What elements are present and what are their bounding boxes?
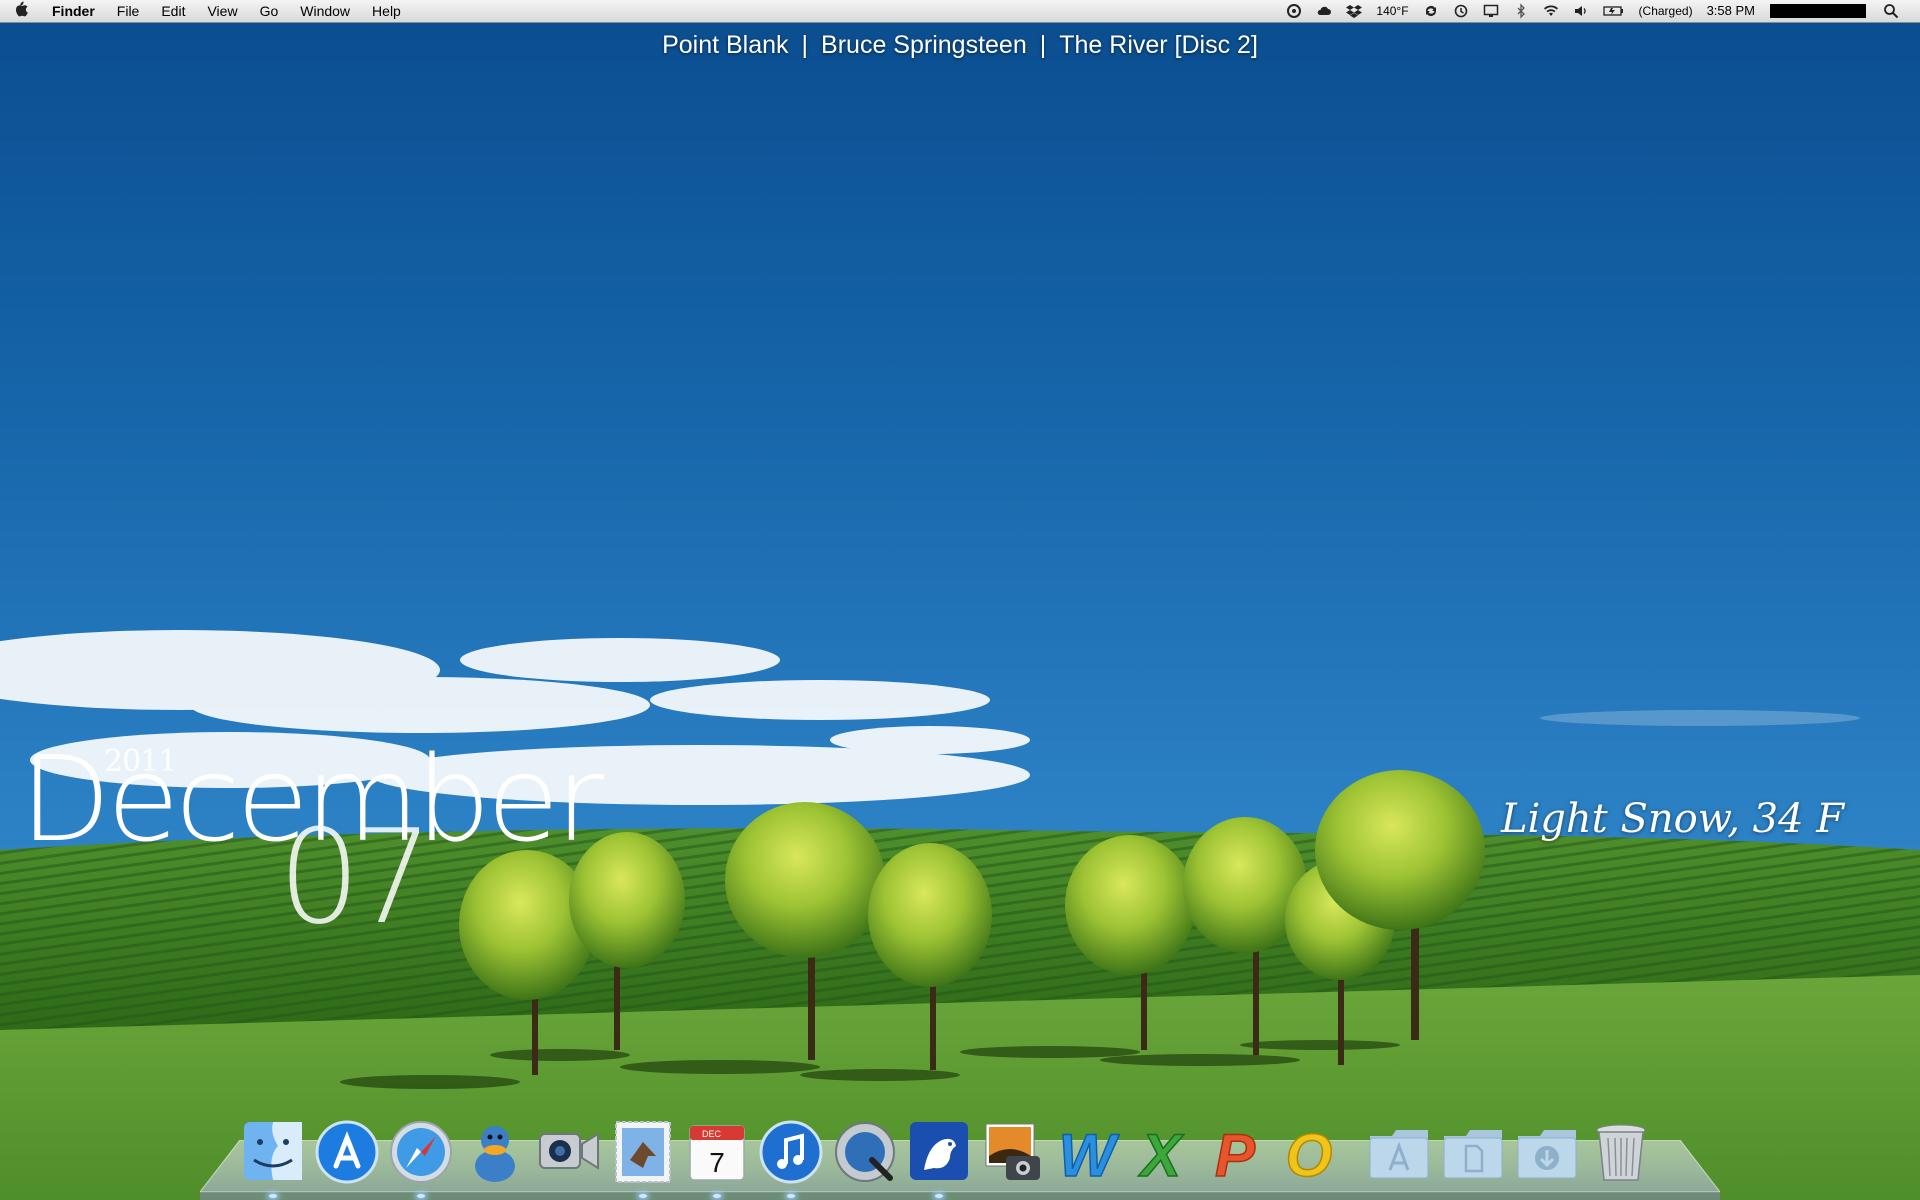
safari-icon [390, 1121, 452, 1183]
dock-word[interactable]: W [1054, 1110, 1120, 1184]
calendar-month-label: DEC [702, 1129, 722, 1139]
apple-icon[interactable] [0, 1, 40, 21]
excel-letter: X [1138, 1122, 1185, 1184]
facetime-icon [539, 1132, 599, 1170]
vuze-frog-icon [910, 1122, 968, 1180]
dock-quicktime[interactable] [832, 1110, 898, 1184]
dock-documents-folder[interactable] [1440, 1110, 1506, 1184]
calendar-icon: DEC 7 [689, 1125, 745, 1181]
dock-iphoto[interactable] [980, 1110, 1046, 1184]
menu-view[interactable]: View [196, 0, 248, 22]
downloads-folder-icon [1517, 1130, 1577, 1179]
applications-folder-icon [1369, 1130, 1429, 1179]
running-indicator [639, 1194, 647, 1198]
menu-help[interactable]: Help [361, 0, 412, 22]
running-indicator [935, 1194, 943, 1198]
weather-widget: Light Snow, 34 F [1500, 796, 1844, 842]
app-store-icon [315, 1120, 379, 1184]
dropbox-icon[interactable] [1339, 3, 1369, 19]
itunes-icon [759, 1120, 823, 1184]
finder-icon [244, 1122, 302, 1180]
menu-edit[interactable]: Edit [150, 0, 196, 22]
battery-icon[interactable] [1596, 3, 1632, 19]
dock-itunes[interactable] [758, 1110, 824, 1198]
dock-app-store[interactable] [314, 1110, 380, 1184]
track-artist: Bruce Springsteen [821, 31, 1027, 59]
running-indicator [713, 1194, 721, 1198]
separator: | [1039, 31, 1047, 59]
dock-adium[interactable] [462, 1110, 528, 1184]
dock-facetime[interactable] [536, 1110, 602, 1184]
istat-icon[interactable] [1279, 3, 1309, 19]
temperature-readout[interactable]: 140°F [1369, 0, 1415, 22]
clock[interactable]: 3:58 PM [1700, 0, 1762, 22]
word-letter: W [1059, 1122, 1120, 1184]
dock-mail[interactable] [610, 1110, 676, 1198]
battery-status[interactable]: (Charged) [1632, 0, 1700, 22]
now-playing-widget: Point Blank | Bruce Springsteen | The River … [0, 31, 1920, 60]
display-icon[interactable] [1476, 3, 1506, 19]
volume-icon[interactable] [1566, 3, 1596, 19]
dock-vuze[interactable] [906, 1110, 972, 1198]
menu-bar: Finder File Edit View Go Window Help 140… [0, 0, 1920, 23]
running-indicator [417, 1194, 425, 1198]
bluetooth-icon[interactable] [1506, 3, 1536, 19]
quicktime-icon [835, 1122, 895, 1182]
powerpoint-letter: P [1215, 1122, 1256, 1184]
outlook-letter: O [1286, 1122, 1333, 1184]
dock-applications-folder[interactable] [1366, 1110, 1432, 1184]
cloud-icon[interactable] [1309, 3, 1339, 19]
dock-trash[interactable] [1588, 1110, 1654, 1184]
excel-icon: X [1137, 1121, 1186, 1184]
dock-separator [1350, 1124, 1366, 1184]
iphoto-icon [985, 1123, 1040, 1180]
menu-window[interactable]: Window [289, 0, 361, 22]
track-title: Point Blank [662, 31, 789, 59]
dock-safari[interactable] [388, 1110, 454, 1198]
powerpoint-icon: P [1214, 1121, 1257, 1184]
running-indicator [787, 1194, 795, 1198]
dock-ical[interactable]: DEC 7 [684, 1110, 750, 1198]
dock-excel[interactable]: X [1128, 1110, 1194, 1184]
dock: DEC 7 W X P O [240, 1104, 1662, 1198]
desktop-wallpaper [0, 0, 1920, 1200]
wifi-icon[interactable] [1536, 3, 1566, 19]
dock-finder[interactable] [240, 1110, 306, 1198]
outlook-icon: O [1285, 1121, 1333, 1184]
dock-downloads-folder[interactable] [1514, 1110, 1580, 1184]
mail-stamp-icon [615, 1121, 671, 1183]
trash-icon [1596, 1124, 1646, 1181]
menu-finder[interactable]: Finder [40, 0, 106, 22]
adium-duck-icon [475, 1126, 515, 1182]
documents-folder-icon [1443, 1130, 1503, 1179]
dock-outlook[interactable]: O [1276, 1110, 1342, 1184]
running-indicator [269, 1194, 277, 1198]
redacted-username[interactable] [1770, 4, 1866, 18]
time-machine-icon[interactable] [1446, 3, 1476, 19]
menu-go[interactable]: Go [249, 0, 290, 22]
calendar-day-label: 7 [709, 1147, 725, 1178]
track-album: The River [Disc 2] [1059, 31, 1258, 59]
sync-icon[interactable] [1416, 3, 1446, 19]
word-icon: W [1058, 1121, 1120, 1184]
separator: | [801, 31, 809, 59]
menu-file[interactable]: File [106, 0, 151, 22]
dock-powerpoint[interactable]: P [1202, 1110, 1268, 1184]
spotlight-icon[interactable] [1876, 3, 1906, 19]
